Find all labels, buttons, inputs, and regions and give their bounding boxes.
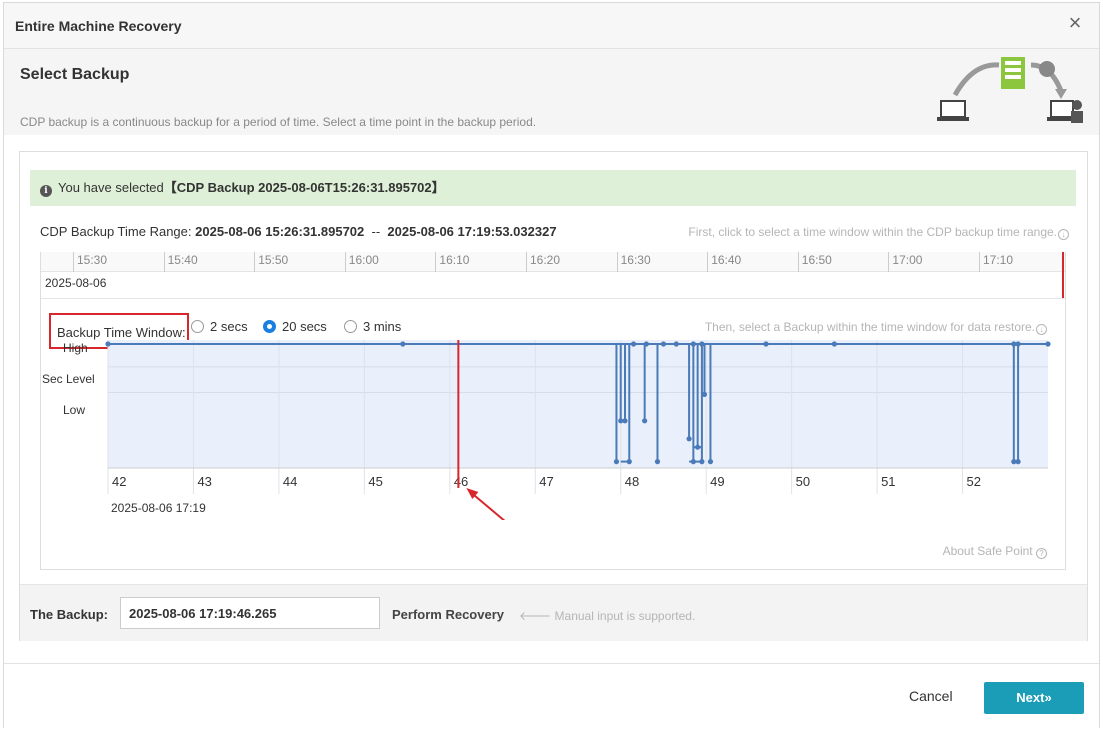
data-point <box>630 341 637 347</box>
timeline-tick: 16:40 <box>707 252 741 272</box>
data-point <box>831 341 837 347</box>
radio-circle[interactable] <box>191 320 204 333</box>
backup-label: The Backup: <box>30 607 109 622</box>
data-point <box>763 341 769 347</box>
x-tick-label: 50 <box>796 474 810 489</box>
radio-3-mins[interactable]: 3 mins <box>344 319 401 334</box>
data-point <box>642 418 648 424</box>
timeline-container: 15:30 15:40 15:50 16:00 16:10 16:20 16:30 16:40… <box>40 252 1066 570</box>
time-range: CDP Backup Time Range: 2025-08-06 15:26:… <box>40 224 557 239</box>
alert-prefix: You have selected <box>58 180 164 195</box>
arrow-left-icon: 🡐 <box>519 609 552 623</box>
x-tick-label: 46 <box>454 474 468 489</box>
about-safe-point-link[interactable]: About Safe Point ? <box>943 544 1047 559</box>
range-start: 2025-08-06 15:26:31.895702 <box>195 224 365 239</box>
backup-row: The Backup: Perform Recovery 🡐 Manual in… <box>20 584 1087 641</box>
timeline-tick: 15:30 <box>73 252 107 272</box>
timeline-tick: 17:00 <box>888 252 922 272</box>
x-tick-label: 43 <box>197 474 211 489</box>
data-point <box>701 391 708 397</box>
x-tick-label: 52 <box>967 474 981 489</box>
time-window-selector[interactable]: 15:30 15:40 15:50 16:00 16:10 16:20 16:30 16:40… <box>41 252 1065 299</box>
timeline-tick: 15:40 <box>163 252 198 272</box>
alert-selection: 【CDP Backup 2025-08-06T15:26:31.895702】 <box>163 180 445 195</box>
annotation-arrow <box>469 491 506 520</box>
range-hint-text: First, click to select a time window wit… <box>688 225 1057 239</box>
radio-20-secs[interactable]: 20 secs <box>263 319 327 334</box>
section-title: Select Backup <box>20 66 130 83</box>
timeline-tick: 16:50 <box>797 252 832 272</box>
recovery-illustration-icon <box>937 57 1083 123</box>
recovery-dialog: Entire Machine Recovery × Select Backup … <box>3 2 1100 729</box>
data-point <box>105 341 111 347</box>
radio-label: 2 secs <box>210 319 248 334</box>
timeline-tick: 17:10 <box>979 252 1013 272</box>
data-point <box>707 459 714 465</box>
range-end: 2025-08-06 17:19:53.032327 <box>387 224 557 239</box>
range-hint: First, click to select a time window wit… <box>688 225 1069 240</box>
radio-circle[interactable] <box>263 320 276 333</box>
x-tick-label: 51 <box>881 474 895 489</box>
question-icon: ? <box>1036 548 1047 559</box>
timeline-tick: 16:20 <box>526 252 560 272</box>
dialog-footer: Cancel Next» <box>4 663 1099 729</box>
perform-recovery-button[interactable]: Perform Recovery <box>392 607 504 622</box>
x-tick-label: 42 <box>112 474 126 489</box>
plot-area <box>108 340 1048 468</box>
x-tick-label: 45 <box>368 474 382 489</box>
data-point <box>673 341 679 347</box>
timeline-tick: 16:30 <box>616 252 651 272</box>
data-point <box>1015 459 1021 465</box>
window-row: Backup Time Window: 2 secs 20 secs 3 min… <box>41 310 1065 349</box>
y-level-label: Sec Level <box>42 372 95 386</box>
timeline-tick: 16:10 <box>435 252 469 272</box>
next-button[interactable]: Next» <box>984 682 1084 714</box>
safe-point-chart[interactable]: 42 43 44 45 46 47 48 49 50 51 52 High Sec Level Low 20… <box>41 340 1065 520</box>
y-level-label: Low <box>63 403 85 417</box>
section-description: CDP backup is a continuous backup for a … <box>20 115 537 129</box>
backup-panel: i You have selected【CDP Backup 2025-08-06… <box>19 151 1088 641</box>
radio-circle[interactable] <box>344 320 357 333</box>
x-date-label: 2025-08-06 17:19 <box>111 501 206 515</box>
close-icon[interactable]: × <box>1065 12 1085 34</box>
timeline-tick: 15:50 <box>254 252 288 272</box>
info-icon: i <box>40 185 52 197</box>
manual-input-hint: 🡐 Manual input is supported. <box>519 608 695 623</box>
dialog-title: Entire Machine Recovery <box>15 18 182 34</box>
section-header: Select Backup CDP backup is a continuous… <box>4 49 1099 135</box>
data-point <box>660 341 667 347</box>
radio-2-secs[interactable]: 2 secs <box>191 319 248 334</box>
x-tick-label: 49 <box>710 474 724 489</box>
about-text: About Safe Point <box>942 544 1033 558</box>
arrow-down-circle-icon: ↓ <box>1036 324 1047 335</box>
timeline-tick: 16:00 <box>344 252 379 272</box>
range-separator: -- <box>371 224 381 239</box>
timeline-marker <box>1062 252 1064 298</box>
x-tick-label: 48 <box>625 474 639 489</box>
data-point <box>613 459 620 465</box>
manual-hint-text: Manual input is supported. <box>554 609 696 623</box>
backup-time-input[interactable] <box>120 597 380 629</box>
data-point <box>400 341 406 347</box>
radio-label: 3 mins <box>363 319 402 334</box>
cancel-button[interactable]: Cancel <box>909 688 953 704</box>
selection-alert: i You have selected【CDP Backup 2025-08-06… <box>30 170 1076 206</box>
x-tick-label: 47 <box>539 474 553 489</box>
data-point <box>1045 341 1051 347</box>
window-hint: Then, select a Backup within the time wi… <box>705 320 1047 335</box>
data-point <box>686 436 692 442</box>
dialog-header: Entire Machine Recovery × <box>4 3 1099 49</box>
range-label: CDP Backup Time Range: <box>40 224 192 239</box>
timeline-date: 2025-08-06 <box>45 276 107 290</box>
radio-label: 20 secs <box>282 319 327 334</box>
x-tick-label: 44 <box>283 474 297 489</box>
timeline-ruler[interactable]: 15:30 15:40 15:50 16:00 16:10 16:20 16:30 16:40… <box>41 252 1065 272</box>
y-level-label: High <box>63 341 88 355</box>
arrow-down-circle-icon: ↓ <box>1058 229 1069 240</box>
window-hint-text: Then, select a Backup within the time wi… <box>704 320 1035 334</box>
data-point <box>654 459 661 465</box>
